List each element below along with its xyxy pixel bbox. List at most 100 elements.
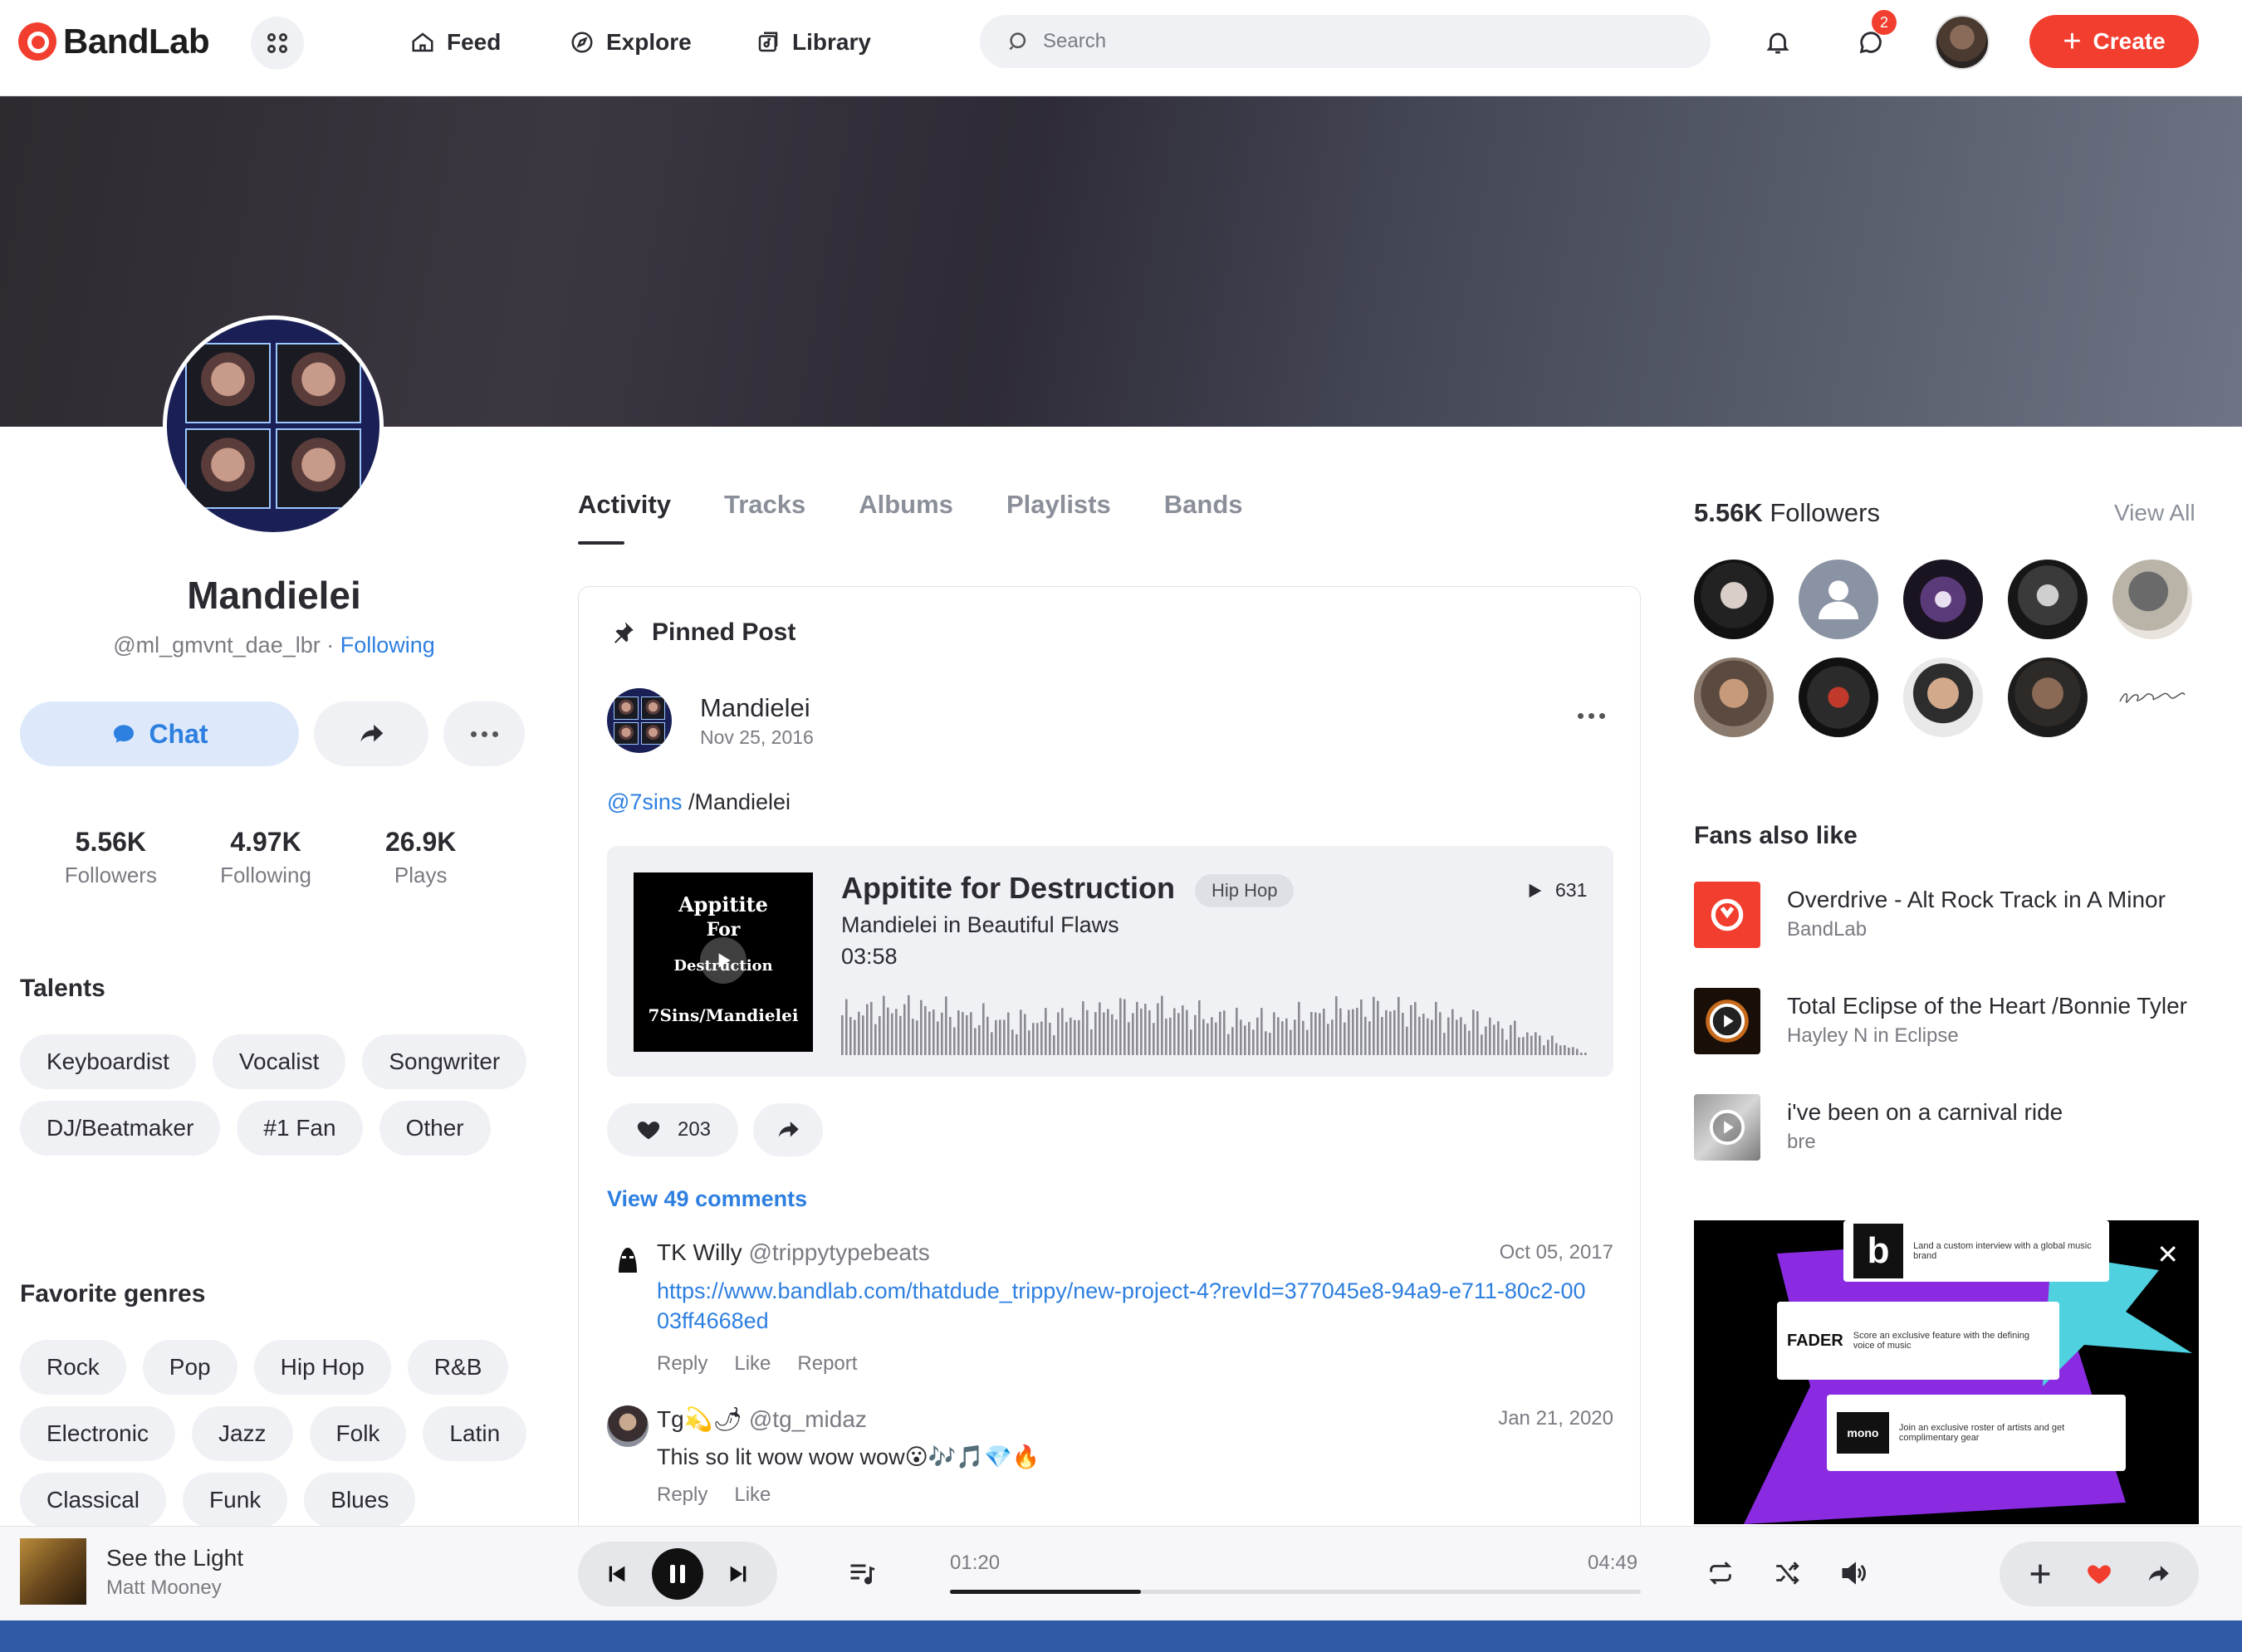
post-author-avatar[interactable] — [607, 688, 672, 753]
waveform-bar — [1377, 1000, 1379, 1055]
like-comment-button[interactable]: Like — [734, 1483, 771, 1507]
fan-item[interactable]: Total Eclipse of the Heart /Bonnie Tyler… — [1694, 988, 2209, 1056]
notifications-button[interactable] — [1757, 22, 1799, 63]
follower-avatar[interactable] — [1903, 560, 1983, 639]
create-button[interactable]: + Create — [2029, 15, 2199, 68]
add-icon[interactable] — [2026, 1560, 2054, 1588]
brand-name: BandLab — [63, 22, 210, 61]
apps-menu-button[interactable] — [251, 17, 304, 70]
follower-avatar[interactable] — [2112, 657, 2192, 737]
tab-albums[interactable]: Albums — [859, 490, 953, 543]
follower-avatar[interactable] — [1799, 560, 1878, 639]
follower-avatar[interactable] — [2008, 657, 2088, 737]
reply-button[interactable]: Reply — [657, 1352, 707, 1376]
follower-avatar[interactable] — [2008, 560, 2088, 639]
stat-following[interactable]: 4.97K Following — [188, 827, 344, 888]
track-card[interactable]: Appitite For Destruction 7Sins/Mandielei… — [607, 846, 1613, 1077]
queue-icon[interactable] — [847, 1558, 877, 1588]
waveform-bar — [895, 1009, 898, 1055]
profile-more-button[interactable] — [443, 701, 525, 766]
followers-title: 5.56K Followers — [1694, 498, 1880, 528]
chat-button[interactable]: Chat — [20, 701, 299, 766]
nav-explore[interactable]: Explore — [570, 23, 692, 61]
share-icon[interactable] — [2144, 1560, 2172, 1588]
fan-item[interactable]: Overdrive - Alt Rock Track in A Minor Ba… — [1694, 882, 2209, 950]
comment-date: Oct 05, 2017 — [1499, 1241, 1613, 1263]
bandlab-logo[interactable]: BandLab — [18, 20, 210, 63]
like-button[interactable]: 203 — [607, 1103, 738, 1156]
report-button[interactable]: Report — [797, 1352, 857, 1376]
waveform-bar — [1086, 1009, 1089, 1055]
tab-bands[interactable]: Bands — [1164, 490, 1243, 543]
follower-avatar[interactable] — [1903, 657, 1983, 737]
pause-button[interactable] — [652, 1548, 703, 1600]
talent-chip: Vocalist — [212, 1034, 346, 1089]
comment-date: Jan 21, 2020 — [1498, 1407, 1613, 1430]
now-playing-title[interactable]: See the Light — [106, 1545, 243, 1571]
post-author[interactable]: Mandielei — [700, 693, 810, 723]
search-input[interactable] — [1043, 30, 1691, 53]
follower-avatar[interactable] — [1694, 657, 1774, 737]
tab-tracks[interactable]: Tracks — [724, 490, 805, 543]
profile-stats: 5.56K Followers 4.97K Following 26.9K Pl… — [33, 827, 498, 888]
plus-icon: + — [2063, 24, 2082, 59]
waveform-bar — [1003, 1019, 1006, 1055]
messages-button[interactable]: 2 — [1850, 10, 1897, 63]
track-title[interactable]: Appitite for Destruction — [841, 871, 1175, 906]
shuffle-button[interactable] — [1769, 1555, 1805, 1591]
waveform-bar — [1269, 1033, 1271, 1055]
next-track-icon[interactable] — [725, 1561, 751, 1587]
post-mention[interactable]: @7sins — [607, 789, 682, 814]
now-playing-artwork[interactable] — [20, 1538, 86, 1605]
stat-followers[interactable]: 5.56K Followers — [33, 827, 188, 888]
share-profile-button[interactable] — [314, 701, 428, 766]
close-icon[interactable]: ✕ — [2156, 1239, 2179, 1270]
commenter-name-line[interactable]: TK Willy @trippytypebeats — [657, 1239, 930, 1266]
follower-avatar[interactable] — [1799, 657, 1878, 737]
search-bar[interactable] — [980, 15, 1711, 68]
track-genre-badge[interactable]: Hip Hop — [1195, 874, 1295, 907]
user-avatar[interactable] — [1935, 15, 1990, 70]
volume-button[interactable] — [1835, 1555, 1872, 1591]
progress-bar[interactable] — [950, 1590, 1641, 1594]
promo-ad[interactable]: b Land a custom interview with a global … — [1694, 1220, 2199, 1524]
heart-icon[interactable] — [2084, 1559, 2114, 1589]
nav-feed[interactable]: Feed — [410, 23, 501, 61]
view-all-followers-link[interactable]: View All — [2114, 500, 2195, 526]
reply-button[interactable]: Reply — [657, 1483, 707, 1507]
followers-count: 5.56K — [1694, 498, 1763, 527]
commenter-avatar[interactable] — [607, 1239, 649, 1281]
repeat-button[interactable] — [1702, 1555, 1739, 1591]
following-toggle[interactable]: Following — [340, 633, 435, 657]
view-comments-link[interactable]: View 49 comments — [607, 1186, 807, 1212]
tab-playlists[interactable]: Playlists — [1006, 490, 1111, 543]
waveform-bar — [1514, 1020, 1516, 1055]
fan-item[interactable]: i've been on a carnival ride bre — [1694, 1094, 2209, 1162]
post-share-button[interactable] — [753, 1103, 823, 1156]
follower-avatar[interactable] — [2112, 560, 2192, 639]
waveform-bar — [1551, 1035, 1554, 1055]
waveform-bar — [1373, 996, 1375, 1055]
nav-library[interactable]: Library — [756, 23, 871, 61]
comment-link[interactable]: https://www.bandlab.com/thatdude_trippy/… — [657, 1278, 1585, 1333]
messages-badge: 2 — [1872, 10, 1897, 35]
follower-avatar[interactable] — [1694, 560, 1774, 639]
waveform-bar — [1215, 1022, 1217, 1055]
previous-track-icon[interactable] — [604, 1561, 630, 1587]
tab-activity[interactable]: Activity — [578, 490, 671, 545]
waveform-bar — [1447, 1017, 1450, 1055]
pinned-label: Pinned Post — [652, 618, 796, 646]
commenter-name-line[interactable]: Tg💫🌶 @tg_midaz — [657, 1405, 867, 1433]
commenter-avatar[interactable] — [607, 1405, 649, 1447]
genre-chip: Folk — [309, 1406, 407, 1461]
track-cover[interactable]: Appitite For Destruction 7Sins/Mandielei — [634, 872, 813, 1052]
waveform-bar — [858, 1011, 860, 1055]
waveform-bar — [1103, 1012, 1105, 1055]
now-playing-artist[interactable]: Matt Mooney — [106, 1576, 222, 1600]
like-comment-button[interactable]: Like — [734, 1352, 771, 1376]
play-icon[interactable] — [700, 937, 747, 984]
post-more-button[interactable] — [1570, 703, 1612, 728]
track-waveform[interactable] — [841, 989, 1588, 1055]
waveform-bar — [1572, 1047, 1574, 1055]
waveform-bar — [1302, 1020, 1305, 1055]
